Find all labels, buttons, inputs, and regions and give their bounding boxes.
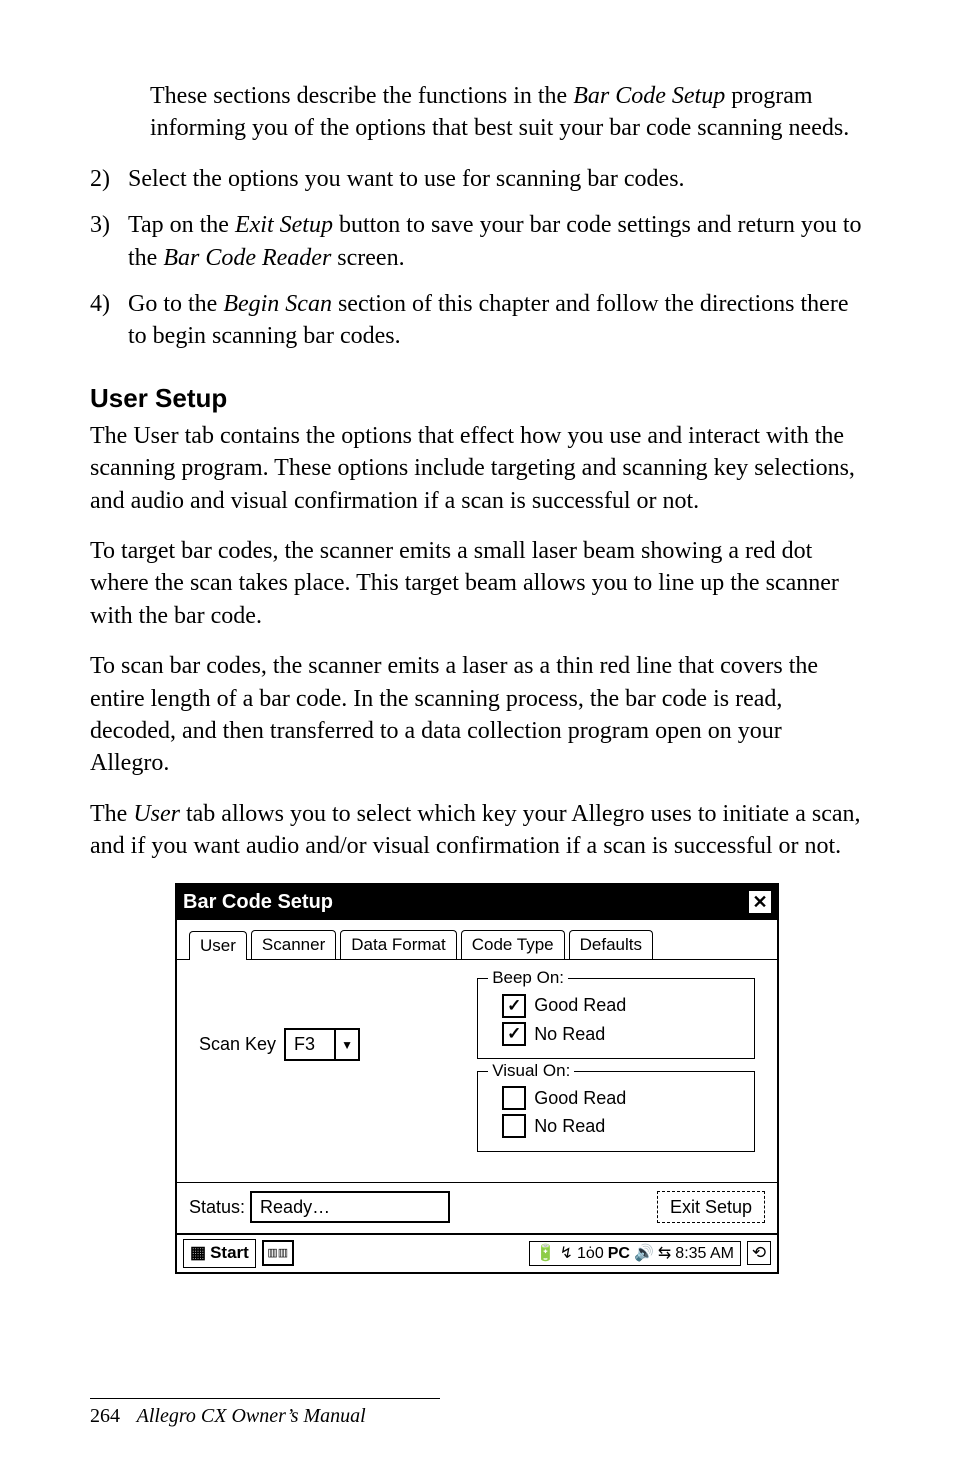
body-columns: Scan Key F3 ▼ Beep On: ✓ Good Read [199, 978, 755, 1163]
list-text: Select the options you want to use for s… [128, 166, 685, 192]
intro-text-1: These sections describe the functions in… [150, 83, 573, 109]
chevron-down-icon[interactable]: ▼ [336, 1030, 358, 1058]
list-marker: 3) [90, 209, 128, 274]
list-item-3: 3) Tap on the Exit Setup button to save … [90, 209, 864, 274]
status-label: Status: [189, 1197, 245, 1217]
tab-body: Scan Key F3 ▼ Beep On: ✓ Good Read [177, 960, 777, 1181]
list-text: Go to the [128, 291, 223, 317]
list-marker: 4) [90, 288, 128, 353]
chk-label: No Read [534, 1114, 605, 1138]
pc-icon: PC [608, 1243, 630, 1265]
exit-setup-button[interactable]: Exit Setup [657, 1191, 765, 1223]
keyboard-icon[interactable]: ▥▥ [262, 1240, 294, 1266]
checkbox-checked-icon[interactable]: ✓ [502, 1022, 526, 1046]
list-marker: 2) [90, 163, 128, 195]
intro-em: Bar Code Setup [573, 83, 725, 109]
para4-em: User [133, 801, 180, 827]
tab-data-format[interactable]: Data Format [340, 930, 456, 960]
dialog-wrap: Bar Code Setup ✕ User Scanner Data Forma… [90, 883, 864, 1274]
paragraph-4: The User tab allows you to select which … [90, 798, 864, 863]
right-column: Beep On: ✓ Good Read ✓ No Read Visua [477, 978, 755, 1163]
tabbar: User Scanner Data Format Code Type Defau… [177, 920, 777, 961]
scan-key-label: Scan Key [199, 1032, 276, 1056]
chk-label: Good Read [534, 993, 626, 1017]
battery-icon: 🔋 [536, 1243, 556, 1265]
chk-row-good-read[interactable]: ✓ Good Read [502, 993, 742, 1017]
checkbox-unchecked-icon[interactable] [502, 1086, 526, 1110]
beep-on-title: Beep On: [488, 967, 568, 990]
page-number: 264 [90, 1405, 120, 1427]
tab-user[interactable]: User [189, 931, 247, 961]
start-button[interactable]: ▦ Start [183, 1239, 256, 1268]
start-label: Start [210, 1242, 249, 1265]
show-desktop-icon[interactable]: ⟲ [747, 1241, 771, 1265]
para4-post: tab allows you to select which key your … [90, 801, 861, 859]
list-item-2: 2) Select the options you want to use fo… [90, 163, 864, 195]
chk-label: Good Read [534, 1086, 626, 1110]
tab-code-type[interactable]: Code Type [461, 930, 565, 960]
tab-scanner[interactable]: Scanner [251, 930, 336, 960]
checkbox-checked-icon[interactable]: ✓ [502, 994, 526, 1018]
list-body: Tap on the Exit Setup button to save you… [128, 209, 864, 274]
list-body: Select the options you want to use for s… [128, 163, 864, 195]
paragraph-2: To target bar codes, the scanner emits a… [90, 535, 864, 632]
beep-on-group: Beep On: ✓ Good Read ✓ No Read [477, 978, 755, 1059]
windows-logo-icon: ▦ [190, 1242, 206, 1265]
list-text: Tap on the [128, 212, 235, 238]
list-em: Exit Setup [235, 212, 333, 238]
clock: 8:35 AM [675, 1243, 734, 1265]
status-row: Status: Ready… Exit Setup [177, 1182, 777, 1233]
volume-icon: 🔊 [634, 1243, 654, 1265]
list-item-4: 4) Go to the Begin Scan section of this … [90, 288, 864, 353]
checkbox-unchecked-icon[interactable] [502, 1114, 526, 1138]
bar-code-setup-dialog: Bar Code Setup ✕ User Scanner Data Forma… [175, 883, 779, 1274]
intro-paragraph: These sections describe the functions in… [150, 80, 864, 145]
taskbar: ▦ Start ▥▥ 🔋 ↯ 1ȯ0 PC 🔊 ⇆ 8:35 AM [177, 1233, 777, 1272]
dialog-title: Bar Code Setup [183, 889, 333, 916]
list-text: screen. [331, 245, 404, 271]
paragraph-3: To scan bar codes, the scanner emits a l… [90, 650, 864, 780]
chk-label: No Read [534, 1022, 605, 1046]
tab-defaults[interactable]: Defaults [569, 930, 653, 960]
scan-key-value: F3 [286, 1030, 336, 1058]
network-icon: ⇆ [658, 1243, 671, 1265]
signal-icon: ↯ [560, 1243, 573, 1265]
tray-100: 1ȯ0 [577, 1243, 604, 1265]
section-heading: User Setup [90, 381, 864, 416]
titlebar: Bar Code Setup ✕ [177, 885, 777, 920]
list-body: Go to the Begin Scan section of this cha… [128, 288, 864, 353]
chk-row-no-read-visual[interactable]: No Read [502, 1114, 742, 1138]
list-em: Begin Scan [223, 291, 332, 317]
scan-key-group: Scan Key F3 ▼ [199, 978, 449, 1060]
close-icon[interactable]: ✕ [749, 891, 771, 913]
status-group: Status: Ready… [189, 1191, 450, 1223]
system-tray: 🔋 ↯ 1ȯ0 PC 🔊 ⇆ 8:35 AM [529, 1241, 741, 1267]
status-field: Ready… [250, 1191, 450, 1223]
scan-key-combo[interactable]: F3 ▼ [284, 1028, 360, 1060]
page-footer: 264 Allegro CX Owner’s Manual [90, 1398, 440, 1430]
page: These sections describe the functions in… [0, 0, 954, 1475]
chk-row-no-read[interactable]: ✓ No Read [502, 1022, 742, 1046]
manual-title: Allegro CX Owner’s Manual [137, 1405, 366, 1427]
visual-on-group: Visual On: Good Read No Read [477, 1071, 755, 1152]
list-em2: Bar Code Reader [163, 245, 331, 271]
visual-on-title: Visual On: [488, 1060, 574, 1083]
chk-row-good-read-visual[interactable]: Good Read [502, 1086, 742, 1110]
para4-pre: The [90, 801, 133, 827]
paragraph-1: The User tab contains the options that e… [90, 420, 864, 517]
